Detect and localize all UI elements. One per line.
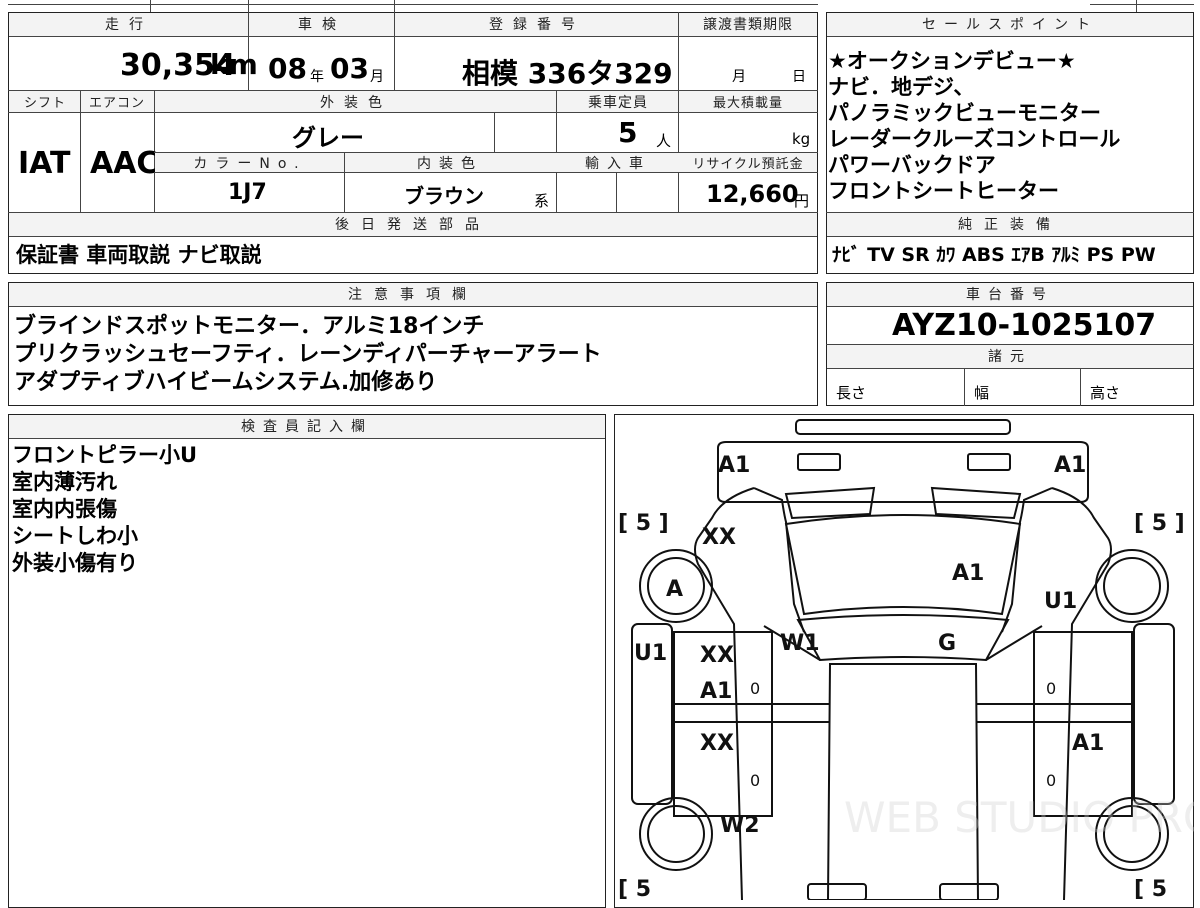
damage-rear-left-wheel: W2	[720, 813, 760, 838]
dimension-width: 幅	[974, 384, 990, 402]
watermark-text: WEB STUDIO PRO	[844, 793, 1194, 842]
damage-front-left-door-1: XX	[700, 643, 734, 668]
note-line: ブラインドスポットモニター．アルミ18インチ	[14, 314, 485, 339]
inspector-line: フロントピラー小U	[12, 443, 198, 467]
zero-mark: 0	[750, 679, 760, 698]
shaken-month: 03	[330, 52, 369, 85]
color-no-value: 1J7	[228, 180, 267, 205]
shift-label: シフト	[23, 96, 66, 111]
max-load-label: 最大積載量	[712, 96, 783, 111]
damage-windshield-left: W1	[780, 631, 820, 656]
note-line: プリクラッシュセーフティ．レーンディパーチャーアラート	[14, 342, 602, 367]
genuine-equipment-label: 純正装備	[958, 217, 1062, 233]
later-shipment-value: 保証書 車両取説 ナビ取説	[16, 243, 262, 267]
recycle-unit: 円	[794, 192, 810, 210]
shift-value: IAT	[18, 146, 71, 181]
interior-color-suffix: 系	[534, 192, 550, 210]
deadline-month-unit: 月	[732, 69, 746, 85]
zero-mark: 0	[1046, 771, 1056, 790]
sales-point-line: パノラミックビューモニター	[828, 101, 1101, 125]
notes-label: 注意事項欄	[348, 287, 478, 303]
aircon-value: AAC	[90, 146, 159, 181]
damage-front-left: A1	[718, 453, 750, 478]
damage-front-left-fender: XX	[702, 525, 736, 550]
interior-color-value: ブラウン	[404, 184, 484, 208]
registration-label: 登録番号	[489, 17, 585, 33]
dimension-height: 高さ	[1090, 384, 1121, 402]
damage-hood: A1	[952, 561, 984, 586]
car-damage-diagram: WEB STUDIO PRO [ 5 ] [ 5 ] [ 5 [ 5 A1 A1…	[618, 419, 1194, 900]
capacity-label: 乗車定員	[588, 95, 648, 111]
tire-bottom-right: [ 5	[1134, 877, 1167, 900]
inspector-line: シートしわ小	[12, 524, 138, 548]
damage-rear-right-door: A1	[1072, 731, 1104, 756]
import-label: 輸入車	[585, 156, 651, 172]
damage-rear-left-door: XX	[700, 731, 734, 756]
deadline-day-unit: 日	[792, 69, 806, 85]
interior-color-label: 内装色	[417, 156, 483, 172]
inspector-line: 室内内張傷	[12, 497, 117, 521]
tire-top-left: [ 5 ]	[618, 511, 669, 536]
damage-front-left-door-2: A1	[700, 679, 732, 704]
sales-point-line: ナビ．地デジ、	[828, 75, 975, 99]
damage-roof-front: G	[938, 631, 956, 656]
transfer-deadline-label: 譲渡書類期限	[703, 17, 793, 33]
inspector-line: 室内薄汚れ	[12, 470, 117, 494]
recycle-label: リサイクル預託金	[692, 157, 804, 172]
mileage-label: 走行	[105, 17, 153, 33]
dimensions-label: 諸元	[988, 349, 1032, 365]
note-line: アダプティブハイビームシステム.加修あり	[14, 370, 438, 395]
genuine-equipment-value: ﾅﾋﾞ TV SR ｶﾜ ABS ｴｱB ｱﾙﾐ PS PW	[832, 244, 1156, 266]
damage-front-right: A1	[1054, 453, 1086, 478]
damage-left-pillar: U1	[634, 641, 667, 666]
max-load-unit: kg	[792, 130, 811, 148]
shaken-year: 08	[268, 52, 307, 85]
sales-point-line: ★オークションデビュー★	[828, 49, 1076, 73]
recycle-value: 12,660	[706, 180, 799, 208]
sales-point-line: パワーバックドア	[828, 153, 996, 177]
chassis-value: AYZ10-1025107	[892, 308, 1157, 343]
aircon-label: エアコン	[88, 96, 145, 111]
mileage-unit: km	[210, 48, 258, 81]
chassis-label: 車台番号	[966, 287, 1054, 303]
registration-value: 相模 336タ329	[462, 57, 673, 90]
inspector-label: 検査員記入欄	[241, 419, 373, 435]
zero-mark: 0	[750, 771, 760, 790]
shaken-label: 車検	[298, 17, 346, 33]
capacity-unit: 人	[656, 132, 672, 150]
exterior-color-value: グレー	[292, 124, 364, 152]
dimension-length: 長さ	[836, 384, 867, 402]
capacity-value: 5	[618, 116, 638, 149]
tire-bottom-left: [ 5	[618, 877, 651, 900]
sales-point-line: レーダークルーズコントロール	[828, 127, 1121, 151]
damage-front-right-fender: U1	[1044, 589, 1077, 614]
color-no-label: カラーNo.	[193, 156, 307, 172]
inspector-line: 外装小傷有り	[12, 551, 138, 575]
sales-point-line: フロントシートヒーター	[828, 179, 1059, 203]
zero-mark: 0	[1046, 679, 1056, 698]
later-shipment-label: 後日発送部品	[335, 217, 491, 233]
tire-top-right: [ 5 ]	[1134, 511, 1185, 536]
sales-points-label: セールスポイント	[922, 17, 1098, 33]
exterior-color-label: 外装色	[320, 95, 392, 111]
damage-front-left-wheel: A	[666, 577, 683, 602]
shaken-year-unit: 年	[310, 69, 324, 85]
shaken-month-unit: 月	[370, 69, 384, 85]
